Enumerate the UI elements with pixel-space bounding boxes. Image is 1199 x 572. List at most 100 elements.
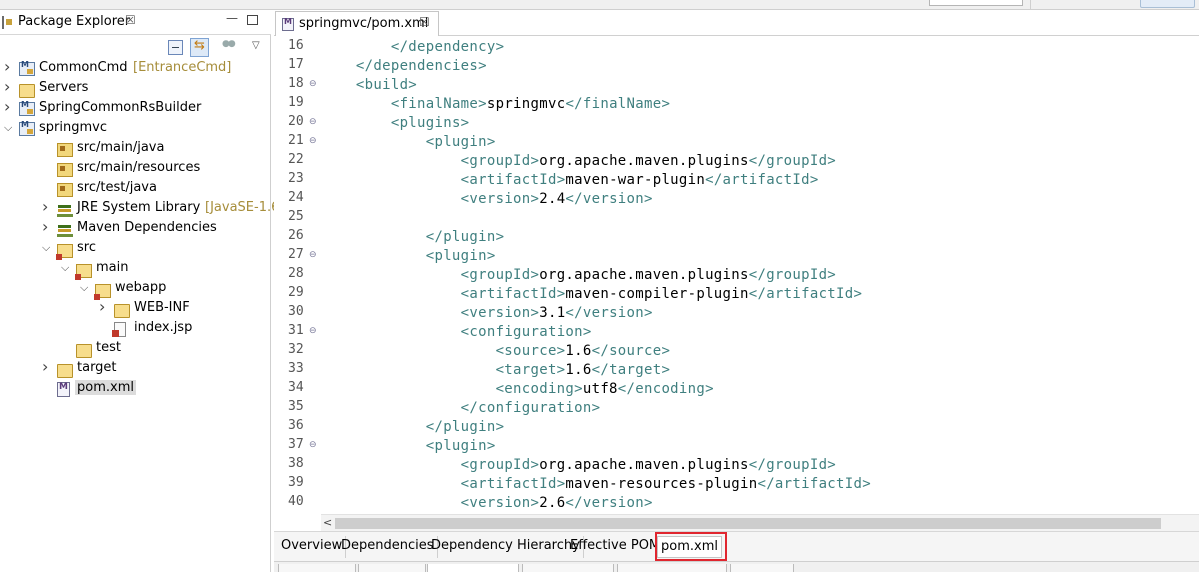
code-line: <source>1.6</source> (321, 342, 670, 361)
tab-overview[interactable]: Overview (278, 536, 347, 558)
chevron-right-icon[interactable]: › (4, 97, 14, 116)
editor-tab-bar: springmvc/pom.xml ☒ (274, 10, 1199, 36)
xml-text: 1.6 (565, 343, 592, 359)
focus-on-working-set-icon[interactable] (222, 39, 237, 55)
xml-tag: <artifactId> (460, 286, 566, 302)
source-folder-icon (57, 143, 73, 157)
xml-text: 2.6 (539, 495, 566, 511)
fold-toggle-icon[interactable]: ⊖ (309, 326, 317, 336)
code-area[interactable]: </dependency> </dependencies> <build> <f… (321, 37, 1199, 515)
xml-tag: <configuration> (460, 324, 592, 340)
code-line: <configuration> (321, 323, 592, 342)
tab-dependencies[interactable]: Dependencies (338, 536, 438, 558)
code-line: <groupId>org.apache.maven.plugins</group… (321, 456, 836, 475)
line-number: 20 (288, 114, 304, 129)
folder-icon (114, 304, 130, 318)
close-icon[interactable]: ☒ (125, 13, 136, 27)
bottom-view-tab[interactable] (358, 564, 426, 572)
chevron-right-icon[interactable]: › (42, 217, 52, 236)
chevron-right-icon[interactable]: › (4, 57, 14, 76)
chevron-right-icon[interactable]: › (4, 77, 14, 96)
line-number: 32 (288, 342, 304, 357)
xml-text: 2.4 (539, 191, 566, 207)
xml-text: org.apache.maven.plugins (539, 267, 749, 283)
scrollbar-thumb[interactable] (335, 518, 1161, 529)
xml-tag: </encoding> (617, 381, 714, 397)
xml-tag: </target> (591, 362, 671, 378)
fold-toggle-icon[interactable]: ⊖ (309, 136, 317, 146)
pom-editor-page-tabs: Overview Dependencies Dependency Hierarc… (274, 531, 1199, 561)
xml-tag: <version> (460, 305, 540, 321)
package-explorer-tab[interactable]: Package Explorer ☒ — (0, 10, 271, 35)
xml-tag: </plugin> (425, 419, 505, 435)
folder-icon (76, 344, 92, 358)
bottom-view-tab[interactable] (730, 564, 794, 572)
fold-toggle-icon[interactable]: ⊖ (309, 440, 317, 450)
java-perspective-button[interactable] (1140, 0, 1195, 8)
horizontal-scrollbar[interactable]: < (321, 514, 1199, 531)
chevron-down-icon[interactable]: ⌵ (61, 261, 71, 275)
minimize-icon[interactable]: — (226, 11, 238, 25)
code-line: </dependencies> (321, 57, 487, 76)
bottom-view-tab[interactable] (427, 564, 519, 572)
folder-icon (56, 244, 73, 260)
collapse-all-icon[interactable] (168, 40, 183, 55)
pom-editor: springmvc/pom.xml ☒ 16 17 18 ⊖ 19 20 ⊖ 21 ⊖ 22 23 2… (274, 10, 1199, 572)
source-folder-icon (57, 183, 73, 197)
chevron-right-icon[interactable]: › (99, 297, 109, 316)
code-line: </configuration> (321, 399, 600, 418)
editor-tab-title: springmvc/pom.xml (299, 16, 429, 31)
tree-item-label: CommonCmd (39, 60, 128, 75)
editor-tab-pom[interactable]: springmvc/pom.xml ☒ (275, 11, 439, 36)
code-line: <artifactId>maven-resources-plugin</arti… (321, 475, 871, 494)
quick-access-field[interactable] (929, 0, 1023, 6)
link-with-editor-icon[interactable] (190, 38, 209, 57)
xml-tag: <groupId> (460, 457, 540, 473)
fold-toggle-icon[interactable]: ⊖ (309, 117, 317, 127)
tree-item-label: target (77, 360, 117, 375)
line-number: 25 (288, 209, 304, 224)
xml-tag: <target> (495, 362, 566, 378)
source-folder-icon (57, 163, 73, 177)
chevron-down-icon[interactable]: ⌵ (4, 121, 14, 135)
chevron-down-icon[interactable]: ⌵ (42, 241, 52, 255)
chevron-down-icon[interactable]: ⌵ (80, 281, 90, 295)
code-line: <plugin> (321, 133, 496, 152)
tab-dependency-hierarchy[interactable]: Dependency Hierarchy (428, 536, 584, 558)
line-number: 28 (288, 266, 304, 281)
package-explorer-toolbar: ▽ (0, 36, 271, 58)
maximize-icon[interactable] (247, 15, 258, 25)
fold-toggle-icon[interactable]: ⊖ (309, 79, 317, 89)
bottom-view-tab[interactable] (617, 564, 727, 572)
bottom-view-tab[interactable] (522, 564, 614, 572)
chevron-right-icon[interactable]: › (42, 357, 52, 376)
xml-tag: <finalName> (390, 96, 487, 112)
xml-tag: </version> (565, 305, 653, 321)
bottom-view-tab[interactable] (278, 564, 356, 572)
line-number: 30 (288, 304, 304, 319)
code-line: <target>1.6</target> (321, 361, 670, 380)
scroll-left-icon[interactable]: < (323, 516, 332, 529)
tab-effective-pom[interactable]: Effective POM (567, 536, 665, 558)
code-line: <version>2.6</version> (321, 494, 653, 513)
xml-tag: <artifactId> (460, 172, 566, 188)
view-menu-icon[interactable]: ▽ (252, 40, 267, 55)
line-number: 34 (288, 380, 304, 395)
close-icon[interactable]: ☒ (419, 15, 430, 29)
fold-toggle-icon[interactable]: ⊖ (309, 250, 317, 260)
code-line: <plugin> (321, 247, 496, 266)
maven-project-icon (19, 100, 35, 116)
chevron-right-icon[interactable]: › (42, 197, 52, 216)
xml-tag: </groupId> (748, 267, 837, 283)
code-line: <groupId>org.apache.maven.plugins</group… (321, 152, 836, 171)
xml-tag: <source> (495, 343, 566, 359)
line-number: 27 (288, 247, 304, 262)
code-line: </plugin> (321, 228, 504, 247)
